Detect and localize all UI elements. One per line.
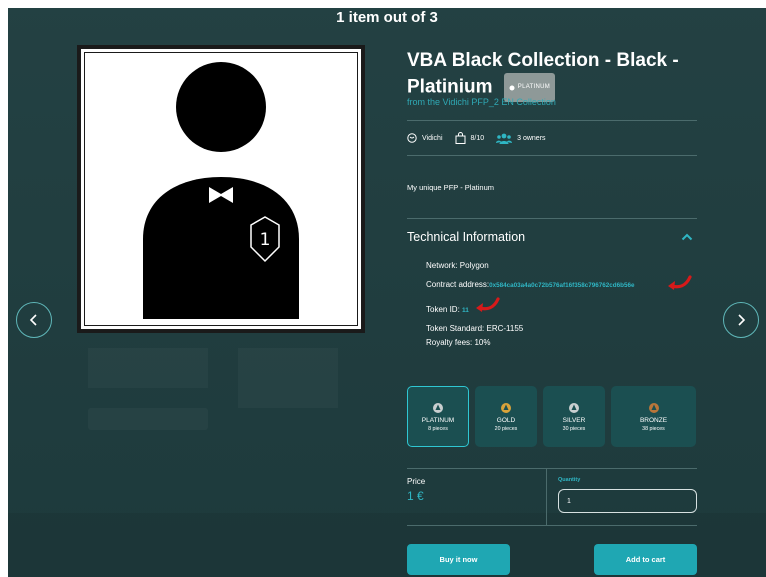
token-id-label: Token ID: xyxy=(426,305,460,314)
nft-title: VBA Black Collection - Black - Platinium… xyxy=(407,48,707,102)
owners-count: 3 owners xyxy=(517,134,546,142)
tier-pieces: 38 pieces xyxy=(642,425,665,432)
nft-detail-modal: 1 item out of 3 1 VBA Black Collection -… xyxy=(8,8,766,577)
chevron-left-icon xyxy=(29,314,37,326)
annotation-arrow-icon xyxy=(668,275,692,290)
nft-description: My unique PFP - Platinum xyxy=(407,183,494,192)
tier-pieces: 8 pieces xyxy=(428,425,448,432)
network-info: Network: Polygon xyxy=(426,261,489,270)
annotation-arrow-icon xyxy=(476,297,500,312)
tier-name: GOLD xyxy=(496,416,516,424)
meta-row: Vidichi 8/10 3 owners xyxy=(407,132,558,144)
image-label: 1 xyxy=(260,230,271,250)
background-card xyxy=(88,348,208,388)
tier-name: SILVER xyxy=(562,416,586,424)
quantity-input[interactable] xyxy=(558,489,697,513)
quantity-label: Quantity xyxy=(558,477,581,483)
contract-address-value[interactable]: 0x584ca03a4a0c72b576af16f358c796762cd6b5… xyxy=(489,282,634,289)
tier-option-gold[interactable]: GOLD 20 pieces xyxy=(475,386,537,447)
tier-name: BRONZE xyxy=(639,416,668,424)
creator-logo-icon xyxy=(407,133,417,143)
chevron-right-icon xyxy=(738,314,746,326)
tier-pieces: 20 pieces xyxy=(494,425,518,432)
royalty-fees-info: Royalty fees: 10% xyxy=(426,338,491,347)
buy-now-button[interactable]: Buy it now xyxy=(407,544,510,575)
creator-item[interactable]: Vidichi xyxy=(407,133,443,143)
tier-option-bronze[interactable]: BRONZE 38 pieces xyxy=(611,386,696,447)
tier-badge-icon xyxy=(509,85,515,90)
editions-item: 8/10 xyxy=(455,132,485,144)
tier-selector: PLATINUM 8 pieces GOLD 20 pieces SILVER … xyxy=(407,386,696,447)
pfp-figure-illustration: 1 xyxy=(143,62,299,319)
silver-tier-icon xyxy=(569,402,579,413)
tier-pieces: 30 pieces xyxy=(562,425,586,432)
creator-name: Vidichi xyxy=(422,134,443,142)
previous-button[interactable] xyxy=(16,302,52,338)
users-icon xyxy=(496,133,513,144)
contract-address-label: Contract address: xyxy=(426,280,490,289)
token-id-row: Token ID: 11 xyxy=(426,305,469,314)
divider xyxy=(407,218,697,219)
platinum-tier-icon xyxy=(433,402,443,413)
price-label: Price xyxy=(407,477,426,486)
background-button xyxy=(88,408,208,430)
price-value: 1 € xyxy=(407,489,424,503)
technical-info-header[interactable]: Technical Information xyxy=(407,230,525,244)
divider xyxy=(407,120,697,121)
tier-name: PLATINUM xyxy=(421,416,455,424)
divider xyxy=(407,468,697,469)
nft-image: 1 xyxy=(77,45,365,333)
token-standard-info: Token Standard: ERC-1155 xyxy=(426,324,524,333)
gold-tier-icon xyxy=(501,402,511,413)
shopping-bag-icon xyxy=(455,132,465,144)
background-card xyxy=(238,348,338,408)
collection-link[interactable]: from the Vidichi PFP_2 EN Collection xyxy=(407,97,556,107)
contract-address-row: Contract address:0x584ca03a4a0c72b576af1… xyxy=(426,280,634,289)
next-button[interactable] xyxy=(723,302,759,338)
divider xyxy=(546,468,547,525)
item-counter: 1 item out of 3 xyxy=(336,9,438,26)
owners-item[interactable]: 3 owners xyxy=(496,133,546,144)
tier-option-platinum[interactable]: PLATINUM 8 pieces xyxy=(407,386,469,447)
tier-option-silver[interactable]: SILVER 30 pieces xyxy=(543,386,605,447)
divider xyxy=(407,155,697,156)
editions-count: 8/10 xyxy=(470,134,485,142)
bronze-tier-icon xyxy=(648,402,659,413)
token-id-value: 11 xyxy=(462,307,469,314)
add-to-cart-button[interactable]: Add to cart xyxy=(594,544,697,575)
chevron-up-icon[interactable] xyxy=(681,233,693,241)
divider xyxy=(407,525,697,526)
